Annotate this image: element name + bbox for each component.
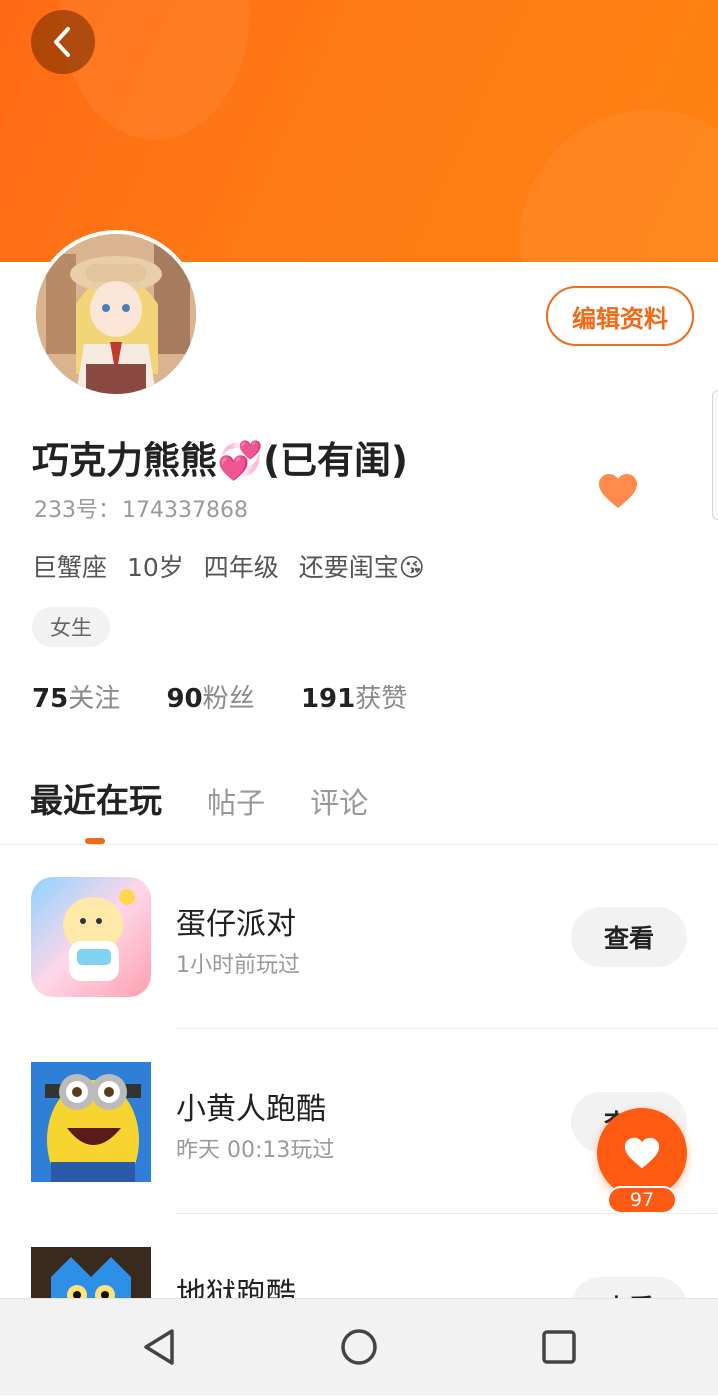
floating-like-button[interactable] bbox=[597, 1108, 687, 1198]
back-triangle-icon[interactable] bbox=[136, 1323, 184, 1371]
stat-followers[interactable]: 90粉丝 bbox=[166, 678, 254, 715]
bio-item: 巨蟹座 bbox=[32, 553, 108, 582]
avatar-image bbox=[36, 234, 196, 394]
edit-profile-button[interactable]: 编辑资料 bbox=[546, 286, 694, 346]
content-tabs: 最近在玩 帖子 评论 bbox=[30, 774, 408, 822]
stat-value: 75 bbox=[32, 684, 69, 714]
game-title: 蛋仔派对 bbox=[176, 907, 296, 942]
stat-value: 191 bbox=[300, 684, 356, 714]
stat-likes[interactable]: 191获赞 bbox=[301, 678, 407, 715]
recents-square-icon[interactable] bbox=[535, 1323, 583, 1371]
gender-tag: 女生 bbox=[32, 607, 110, 647]
stat-label: 粉丝 bbox=[202, 684, 255, 714]
side-drawer-handle[interactable] bbox=[712, 390, 718, 520]
game-title: 小黄人跑酷 bbox=[176, 1092, 326, 1127]
last-played-time: 1小时前玩过 bbox=[176, 953, 300, 978]
stat-following[interactable]: 75关注 bbox=[32, 678, 120, 715]
stat-label: 获赞 bbox=[355, 684, 408, 714]
profile-bio: 巨蟹座 10岁 四年级 还要闺宝😘 bbox=[32, 548, 437, 584]
chevron-left-icon bbox=[54, 27, 70, 57]
back-button[interactable] bbox=[31, 10, 95, 74]
heart-icon bbox=[624, 1137, 660, 1169]
profile-header-banner bbox=[0, 0, 718, 262]
tab-posts[interactable]: 帖子 bbox=[207, 780, 265, 822]
tab-recently-played[interactable]: 最近在玩 bbox=[30, 774, 162, 822]
stat-label: 关注 bbox=[68, 684, 121, 714]
user-id: 233号：174337868 bbox=[32, 492, 248, 524]
profile-name: 巧克力熊熊💞(已有闺) bbox=[32, 439, 408, 482]
user-id-value: 174337868 bbox=[122, 498, 248, 523]
profile-stats: 75关注 90粉丝 191获赞 bbox=[32, 678, 445, 715]
last-played-time: 昨天 00:13玩过 bbox=[176, 1138, 335, 1163]
user-id-label: 233号： bbox=[34, 498, 120, 523]
list-item[interactable]: 蛋仔派对 1小时前玩过 查看 bbox=[0, 877, 718, 1027]
banner-decoration bbox=[520, 110, 718, 262]
bio-item: 10岁 bbox=[126, 553, 184, 582]
system-nav-bar bbox=[0, 1298, 718, 1395]
tab-comments[interactable]: 评论 bbox=[310, 780, 368, 822]
view-button[interactable]: 查看 bbox=[571, 907, 687, 967]
minion-rush-icon bbox=[31, 1062, 151, 1182]
divider bbox=[176, 1028, 718, 1029]
bio-item: 四年级 bbox=[203, 553, 279, 582]
avatar[interactable] bbox=[32, 230, 200, 398]
home-circle-icon[interactable] bbox=[335, 1323, 383, 1371]
banner-decoration bbox=[60, 0, 250, 140]
stat-value: 90 bbox=[166, 684, 203, 714]
bio-item: 还要闺宝😘 bbox=[298, 553, 425, 582]
eggy-party-icon bbox=[31, 877, 151, 997]
like-count-badge: 97 bbox=[607, 1186, 677, 1214]
heart-icon[interactable] bbox=[596, 470, 640, 514]
divider bbox=[0, 844, 718, 845]
